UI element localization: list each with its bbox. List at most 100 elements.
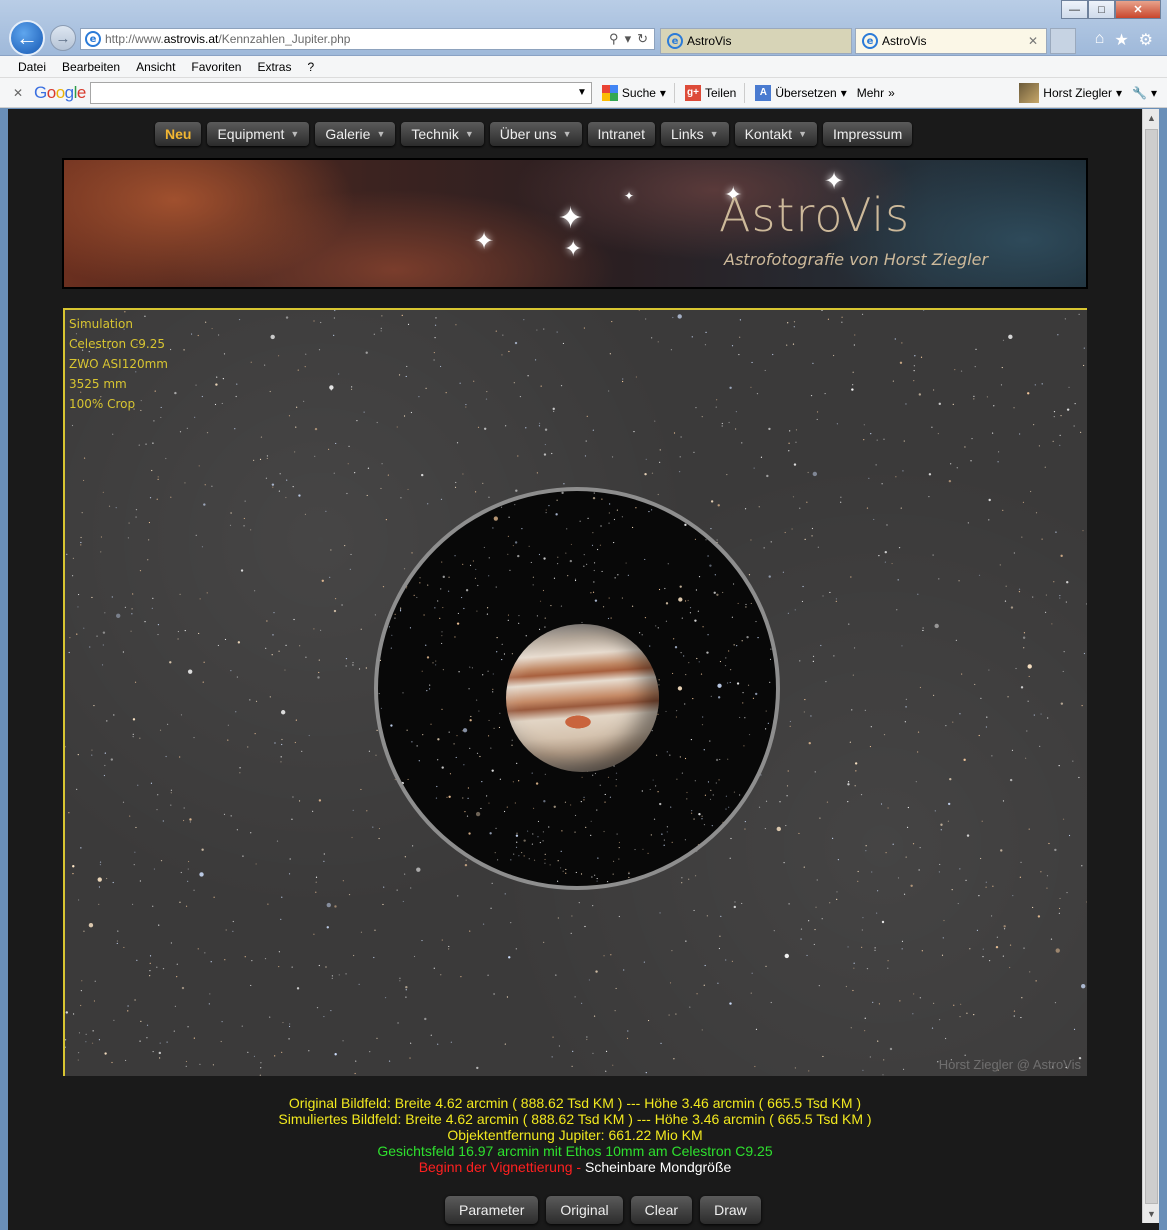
scroll-down-icon[interactable]: ▼ (1143, 1209, 1160, 1219)
new-tab-button[interactable] (1050, 28, 1076, 54)
more-button[interactable]: Mehr » (857, 86, 895, 100)
more-label: Mehr (856, 85, 885, 100)
star (1072, 760, 1074, 762)
menu-help[interactable]: ? (307, 60, 314, 74)
star (975, 348, 977, 350)
star (699, 873, 701, 875)
nav-links[interactable]: Links ▼ (660, 122, 729, 146)
chevron-down-icon[interactable]: ▼ (577, 87, 587, 98)
star (501, 643, 503, 645)
star (69, 637, 71, 639)
tab-astrovis-1[interactable]: e AstroVis (660, 28, 852, 54)
nav-technik[interactable]: Technik ▼ (401, 122, 484, 146)
simulation-view[interactable]: Simulation Celestron C9.25 ZWO ASI120mm … (63, 308, 1087, 1076)
star (864, 1030, 866, 1032)
star (711, 825, 713, 827)
star (615, 778, 617, 781)
draw-button[interactable]: Draw (700, 1196, 761, 1224)
google-search-button[interactable]: Suche ▾ (601, 84, 666, 101)
star (1002, 339, 1005, 341)
account-button[interactable]: Horst Ziegler ▾ (1019, 82, 1122, 103)
star (848, 623, 850, 625)
minimize-button[interactable]: — (1061, 0, 1088, 19)
star (675, 491, 677, 492)
share-button[interactable]: g+ Teilen (684, 84, 736, 101)
nav-impressum[interactable]: Impressum (823, 122, 913, 146)
favorites-star-icon[interactable]: ★ (1114, 30, 1128, 50)
menu-bearbeiten[interactable]: Bearbeiten (62, 60, 120, 74)
menu-ansicht[interactable]: Ansicht (136, 60, 175, 74)
forward-button[interactable]: → (50, 25, 76, 51)
nav-neu[interactable]: Neu (155, 122, 202, 146)
star (1052, 440, 1054, 442)
star (952, 721, 954, 723)
star (127, 1010, 129, 1012)
star (883, 1059, 885, 1061)
close-window-button[interactable]: ✕ (1115, 0, 1161, 19)
star (148, 539, 150, 541)
star (247, 1051, 249, 1053)
star (613, 518, 616, 521)
nav-galerie[interactable]: Galerie ▼ (315, 122, 396, 146)
back-button[interactable]: ← (9, 20, 45, 56)
vertical-scrollbar[interactable]: ▲ ▼ (1142, 109, 1159, 1223)
star (934, 623, 939, 629)
google-search-input[interactable]: ▼ (89, 81, 592, 104)
star (741, 640, 743, 642)
nav-ueber-uns[interactable]: Über uns ▼ (489, 122, 582, 146)
search-icon[interactable]: ⚲ (609, 31, 619, 47)
star (772, 574, 774, 576)
address-url[interactable]: http://www.astrovis.at/Kennzahlen_Jupite… (105, 32, 350, 46)
star (117, 930, 119, 932)
nav-equipment[interactable]: Equipment ▼ (207, 122, 310, 146)
star (592, 1052, 594, 1054)
scrollbar-thumb[interactable] (1145, 129, 1158, 1204)
close-toolbar-icon[interactable]: ✕ (8, 86, 28, 100)
close-tab-icon[interactable]: ✕ (1028, 34, 1038, 48)
star (187, 880, 189, 883)
star (476, 752, 479, 754)
star (439, 365, 442, 368)
star (762, 496, 764, 498)
nav-kontakt[interactable]: Kontakt ▼ (734, 122, 817, 146)
maximize-button[interactable]: □ (1088, 0, 1115, 19)
gear-icon[interactable]: ⚙ (1139, 30, 1153, 50)
menu-extras[interactable]: Extras (257, 60, 291, 74)
star (750, 386, 752, 388)
clear-button[interactable]: Clear (630, 1196, 693, 1224)
original-button[interactable]: Original (546, 1196, 623, 1224)
home-icon[interactable]: ⌂ (1095, 30, 1105, 50)
star (750, 526, 752, 528)
star (800, 938, 802, 940)
scroll-up-icon[interactable]: ▲ (1143, 113, 1160, 123)
dropdown-icon[interactable]: ▾ (625, 31, 632, 47)
star (560, 605, 563, 607)
wrench-button[interactable]: 🔧 ▾ (1132, 86, 1157, 100)
star (448, 948, 450, 950)
translate-button[interactable]: A Übersetzen ▾ (755, 84, 847, 101)
nav-intranet[interactable]: Intranet (587, 122, 655, 146)
star (952, 403, 954, 405)
star (437, 759, 439, 761)
menu-datei[interactable]: Datei (18, 60, 46, 74)
parameter-button[interactable]: Parameter (445, 1196, 539, 1224)
star (442, 669, 444, 671)
star (876, 912, 878, 914)
address-bar[interactable]: e http://www.astrovis.at/Kennzahlen_Jupi… (80, 28, 655, 50)
star (901, 940, 904, 942)
star (463, 764, 465, 766)
star (622, 491, 624, 494)
star (477, 584, 479, 587)
star (760, 456, 763, 458)
banner-star: ✦ (474, 228, 495, 255)
star (678, 597, 683, 602)
star (354, 472, 356, 474)
star (807, 471, 809, 474)
star (350, 553, 352, 556)
star (1044, 466, 1046, 468)
refresh-icon[interactable]: ↻ (637, 31, 648, 47)
tab-astrovis-2[interactable]: e AstroVis ✕ (855, 28, 1047, 54)
star (492, 527, 494, 529)
star (405, 513, 407, 515)
menu-favoriten[interactable]: Favoriten (191, 60, 241, 74)
